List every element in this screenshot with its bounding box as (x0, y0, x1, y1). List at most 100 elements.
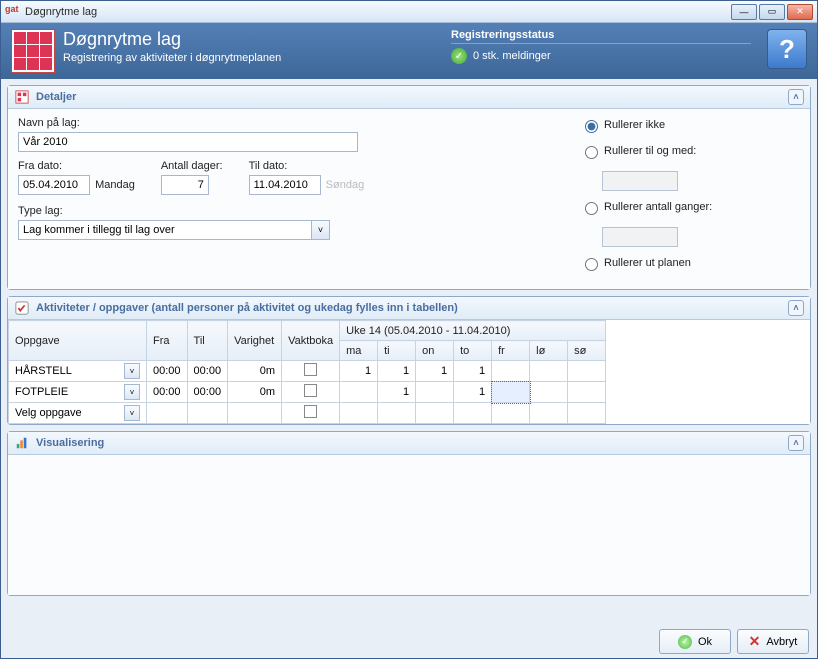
titlebar: gat Døgnrytme lag — ▭ ✕ (1, 1, 817, 23)
minimize-button[interactable]: — (731, 4, 757, 20)
table-row: HÅRSTELL˅00:0000:000m1111 (9, 361, 606, 382)
rullerer-ikke-radio[interactable]: Rullerer ikke (580, 117, 800, 133)
day-value-cell[interactable]: 1 (378, 361, 416, 382)
task-cell[interactable]: HÅRSTELL˅ (9, 361, 147, 382)
fra-cell[interactable]: 00:00 (147, 382, 188, 403)
task-dropdown[interactable]: ˅ (124, 405, 140, 421)
detaljer-collapse[interactable]: ˄ (788, 89, 804, 105)
aktiviteter-body: Oppgave Fra Til Varighet Vaktboka Uke 14… (8, 320, 810, 424)
task-cell[interactable]: FOTPLEIE˅ (9, 382, 147, 403)
col-vaktboka[interactable]: Vaktboka (282, 321, 340, 361)
footer: ✓ Ok ✕ Avbryt (659, 629, 809, 654)
vaktboka-checkbox[interactable] (304, 363, 317, 376)
status-title: Registreringsstatus (451, 29, 751, 44)
antall-input[interactable] (161, 175, 209, 195)
visualisering-collapse[interactable]: ˄ (788, 435, 804, 451)
til-dato-input[interactable] (249, 175, 321, 195)
day-value-cell[interactable] (340, 403, 378, 424)
day-value-cell[interactable] (568, 361, 606, 382)
day-header[interactable]: ti (378, 341, 416, 361)
day-value-cell[interactable] (530, 382, 568, 403)
detaljer-header[interactable]: Detaljer ˄ (8, 86, 810, 109)
aktiviteter-collapse[interactable]: ˄ (788, 300, 804, 316)
vaktboka-cell[interactable] (282, 361, 340, 382)
navn-input[interactable] (18, 132, 358, 152)
day-header[interactable]: lø (530, 341, 568, 361)
visualisering-title: Visualisering (36, 437, 104, 449)
rullerer-ut-radio[interactable]: Rullerer ut planen (580, 255, 800, 271)
vaktboka-checkbox[interactable] (304, 384, 317, 397)
window: gat Døgnrytme lag — ▭ ✕ Døgnrytme lag Re… (0, 0, 818, 659)
status-ok-icon: ✓ (451, 48, 467, 64)
close-button[interactable]: ✕ (787, 4, 813, 20)
status-message: 0 stk. meldinger (473, 50, 551, 62)
cancel-button[interactable]: ✕ Avbryt (737, 629, 809, 654)
day-header[interactable]: fr (492, 341, 530, 361)
day-value-cell[interactable] (530, 403, 568, 424)
detaljer-icon (14, 89, 30, 105)
aktiviteter-header[interactable]: Aktiviteter / oppgaver (antall personer … (8, 297, 810, 320)
day-header[interactable]: ma (340, 341, 378, 361)
rullerer-til-radio[interactable]: Rullerer til og med: (580, 143, 800, 159)
day-value-cell[interactable] (378, 403, 416, 424)
rullerer-antall-radio[interactable]: Rullerer antall ganger: (580, 199, 800, 215)
detaljer-panel: Detaljer ˄ Navn på lag: Fra dato: Mandag (7, 85, 811, 290)
rullerer-til-input[interactable] (602, 171, 678, 191)
day-value-cell[interactable] (492, 382, 530, 403)
day-value-cell[interactable] (568, 403, 606, 424)
help-button[interactable]: ? (767, 29, 807, 69)
til-cell[interactable]: 00:00 (187, 382, 228, 403)
col-til[interactable]: Til (187, 321, 228, 361)
day-value-cell[interactable] (492, 403, 530, 424)
type-select[interactable] (18, 220, 312, 240)
header-panel: Døgnrytme lag Registrering av aktivitete… (1, 23, 817, 79)
fra-cell[interactable]: 00:00 (147, 361, 188, 382)
day-value-cell[interactable]: 1 (378, 382, 416, 403)
new-task-cell[interactable]: Velg oppgave˅ (9, 403, 147, 424)
vaktboka-checkbox[interactable] (304, 405, 317, 418)
aktiviteter-icon (14, 300, 30, 316)
ok-icon: ✓ (678, 635, 692, 649)
fra-dato-input[interactable] (18, 175, 90, 195)
window-buttons: — ▭ ✕ (731, 4, 813, 20)
til-cell[interactable]: 00:00 (187, 361, 228, 382)
maximize-button[interactable]: ▭ (759, 4, 785, 20)
fra-label: Fra dato: (18, 160, 135, 172)
day-value-cell[interactable]: 1 (340, 361, 378, 382)
varighet-cell[interactable]: 0m (228, 382, 282, 403)
day-value-cell[interactable] (416, 382, 454, 403)
type-dropdown-button[interactable]: ˅ (312, 220, 330, 240)
visualisering-header[interactable]: Visualisering ˄ (8, 432, 810, 455)
til-label: Til dato: (249, 160, 365, 172)
vaktboka-cell[interactable] (282, 382, 340, 403)
rullerer-antall-input[interactable] (602, 227, 678, 247)
day-value-cell[interactable] (340, 382, 378, 403)
varighet-cell[interactable]: 0m (228, 361, 282, 382)
day-header[interactable]: on (416, 341, 454, 361)
day-value-cell[interactable] (492, 361, 530, 382)
task-grid: Oppgave Fra Til Varighet Vaktboka Uke 14… (8, 320, 606, 424)
til-dayname: Søndag (326, 179, 365, 191)
status-column: Registreringsstatus ✓ 0 stk. meldinger (451, 29, 751, 64)
col-oppgave[interactable]: Oppgave (9, 321, 147, 361)
day-header[interactable]: to (454, 341, 492, 361)
calendar-icon (11, 29, 55, 73)
day-value-cell[interactable] (416, 403, 454, 424)
day-value-cell[interactable] (454, 403, 492, 424)
day-value-cell[interactable]: 1 (454, 382, 492, 403)
detaljer-body: Navn på lag: Fra dato: Mandag Antall dag… (8, 109, 810, 289)
day-value-cell[interactable] (568, 382, 606, 403)
col-varighet[interactable]: Varighet (228, 321, 282, 361)
visualisering-body (8, 455, 810, 595)
app-icon: gat (5, 4, 21, 20)
day-value-cell[interactable]: 1 (416, 361, 454, 382)
ok-button[interactable]: ✓ Ok (659, 629, 731, 654)
task-dropdown[interactable]: ˅ (124, 384, 140, 400)
day-header[interactable]: sø (568, 341, 606, 361)
col-fra[interactable]: Fra (147, 321, 188, 361)
task-dropdown[interactable]: ˅ (124, 363, 140, 379)
window-title: Døgnrytme lag (25, 6, 731, 18)
page-subtitle: Registrering av aktiviteter i døgnrytmep… (63, 52, 281, 64)
day-value-cell[interactable]: 1 (454, 361, 492, 382)
day-value-cell[interactable] (530, 361, 568, 382)
